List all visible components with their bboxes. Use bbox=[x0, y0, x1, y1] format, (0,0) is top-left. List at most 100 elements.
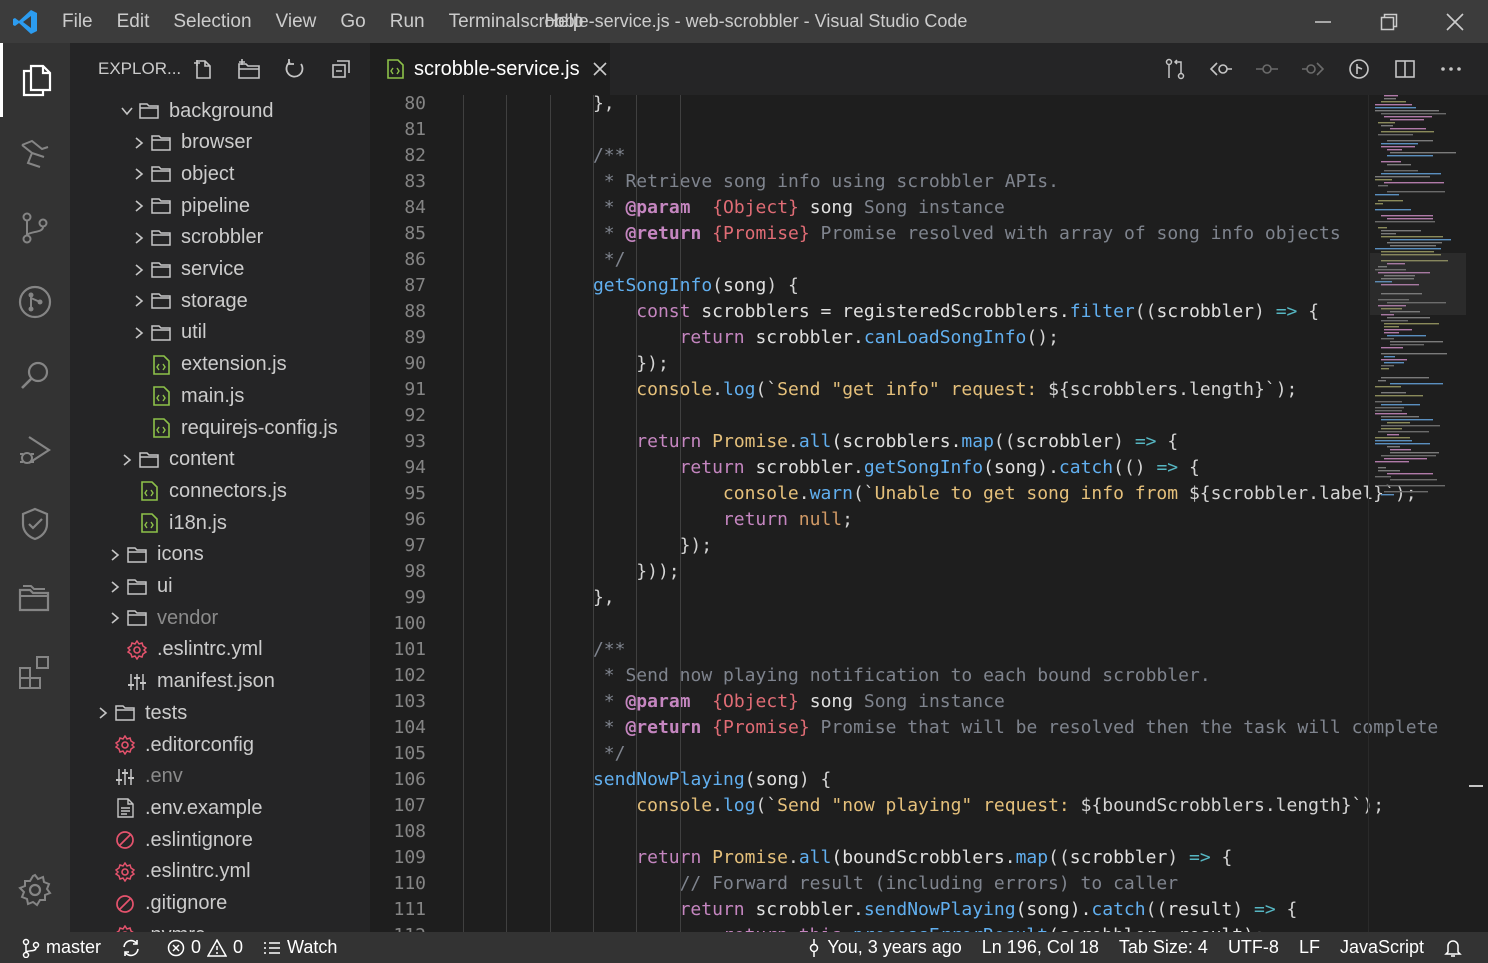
menu-run[interactable]: Run bbox=[378, 0, 437, 43]
menu-edit[interactable]: Edit bbox=[105, 0, 162, 43]
tree-item[interactable]: service bbox=[70, 254, 370, 286]
tree-item[interactable]: .nymrc bbox=[70, 919, 370, 932]
gear-icon bbox=[114, 919, 136, 932]
code-token: getSongInfo bbox=[863, 457, 984, 478]
project-manager-button[interactable] bbox=[0, 561, 70, 635]
minimap-line bbox=[1381, 131, 1434, 133]
collapse-all-button[interactable] bbox=[318, 49, 364, 89]
search-button[interactable] bbox=[0, 339, 70, 413]
source-control-button[interactable] bbox=[0, 191, 70, 265]
testing-button[interactable] bbox=[0, 487, 70, 561]
tree-item[interactable]: ui bbox=[70, 571, 370, 603]
revision-button[interactable] bbox=[1244, 43, 1290, 95]
tree-item[interactable]: vendor bbox=[70, 602, 370, 634]
code-text: }); bbox=[680, 533, 713, 559]
tree-item[interactable]: .eslintignore bbox=[70, 824, 370, 856]
minimap-line bbox=[1381, 377, 1429, 379]
tab-scrobble-service[interactable]: scrobble-service.js bbox=[370, 43, 610, 95]
tree-item[interactable]: object bbox=[70, 158, 370, 190]
minimap-line bbox=[1384, 326, 1399, 328]
minimap-line bbox=[1375, 407, 1404, 409]
tree-item[interactable]: tests bbox=[70, 697, 370, 729]
tree-item[interactable]: .env bbox=[70, 761, 370, 793]
menu-terminal[interactable]: Terminal bbox=[437, 0, 533, 43]
tree-item[interactable]: scrobbler bbox=[70, 222, 370, 254]
status-bar: master 0 0 Watch You, 3 years ago Ln 196… bbox=[0, 932, 1488, 963]
end-of-line[interactable]: LF bbox=[1289, 932, 1330, 963]
tree-item[interactable]: main.js bbox=[70, 380, 370, 412]
menu-help[interactable]: Help bbox=[532, 0, 595, 43]
scrollbar-marker[interactable] bbox=[1469, 785, 1483, 787]
menu-go[interactable]: Go bbox=[328, 0, 377, 43]
tree-item[interactable]: icons bbox=[70, 539, 370, 571]
split-editor-button[interactable] bbox=[1382, 43, 1428, 95]
watch-button[interactable]: Watch bbox=[253, 932, 347, 963]
minimap-slider[interactable] bbox=[1370, 253, 1466, 315]
new-file-button[interactable] bbox=[180, 49, 226, 89]
problems-indicator[interactable]: 0 0 bbox=[157, 932, 253, 963]
explorer-button[interactable] bbox=[0, 43, 70, 117]
cursor-position[interactable]: Ln 196, Col 18 bbox=[972, 932, 1109, 963]
code-line: 108 bbox=[370, 819, 1370, 845]
tab-close-button[interactable] bbox=[590, 59, 610, 79]
manage-button[interactable] bbox=[0, 853, 70, 927]
sync-button[interactable] bbox=[111, 932, 157, 963]
tree-item[interactable]: util bbox=[70, 317, 370, 349]
more-actions-button[interactable] bbox=[1428, 43, 1474, 95]
tree-item[interactable]: browser bbox=[70, 127, 370, 159]
next-revision-button[interactable] bbox=[1290, 43, 1336, 95]
menu-selection[interactable]: Selection bbox=[161, 0, 263, 43]
tree-item-label: .eslintrc.yml bbox=[145, 860, 251, 883]
minimap-line bbox=[1381, 173, 1441, 175]
open-changes-button[interactable] bbox=[1152, 43, 1198, 95]
minimap[interactable] bbox=[1368, 95, 1468, 932]
language-mode[interactable]: JavaScript bbox=[1330, 932, 1434, 963]
minimap-line bbox=[1378, 470, 1400, 472]
tree-item[interactable]: content bbox=[70, 444, 370, 476]
tree-item[interactable]: storage bbox=[70, 285, 370, 317]
encoding[interactable]: UTF-8 bbox=[1218, 932, 1289, 963]
tree-item[interactable]: pipeline bbox=[70, 190, 370, 222]
minimap-line bbox=[1375, 410, 1402, 412]
close-window-button[interactable] bbox=[1422, 0, 1488, 43]
tree-item[interactable]: extension.js bbox=[70, 349, 370, 381]
minimize-button[interactable] bbox=[1290, 0, 1356, 43]
blame-indicator[interactable]: You, 3 years ago bbox=[797, 932, 971, 963]
toggle-blame-button[interactable] bbox=[1336, 43, 1382, 95]
gear-icon bbox=[114, 856, 136, 888]
code-token: (() bbox=[1113, 457, 1157, 478]
ellipsis-icon bbox=[1441, 67, 1461, 71]
extensions-button[interactable] bbox=[0, 635, 70, 709]
code-editor[interactable]: 80}, 81 82/** 83 * Retrieve song info using… bbox=[370, 95, 1488, 932]
tree-item[interactable]: manifest.json bbox=[70, 666, 370, 698]
branch-indicator[interactable]: master bbox=[0, 932, 111, 963]
restore-button[interactable] bbox=[1356, 0, 1422, 43]
notifications-button[interactable] bbox=[1434, 932, 1488, 963]
source-tree-button[interactable] bbox=[0, 117, 70, 191]
tree-item[interactable]: connectors.js bbox=[70, 475, 370, 507]
run-debug-button[interactable] bbox=[0, 413, 70, 487]
previous-revision-button[interactable] bbox=[1198, 43, 1244, 95]
tree-item-label: .env.example bbox=[145, 796, 263, 819]
tree-item-label: service bbox=[181, 258, 245, 280]
tree-item[interactable]: .gitignore bbox=[70, 888, 370, 920]
code-line: 86 */ bbox=[370, 247, 1370, 273]
new-folder-button[interactable] bbox=[226, 49, 272, 89]
gitlens-button[interactable] bbox=[0, 265, 70, 339]
tree-item[interactable]: requirejs-config.js bbox=[70, 412, 370, 444]
tab-size[interactable]: Tab Size: 4 bbox=[1109, 932, 1218, 963]
refresh-button[interactable] bbox=[272, 49, 318, 89]
code-token: */ bbox=[592, 743, 626, 764]
tree-item[interactable]: .eslintrc.yml bbox=[70, 634, 370, 666]
tree-item[interactable]: .eslintrc.yml bbox=[70, 856, 370, 888]
tree-item[interactable]: .editorconfig bbox=[70, 729, 370, 761]
tree-item[interactable]: i18n.js bbox=[70, 507, 370, 539]
tree-item[interactable]: .env.example bbox=[70, 792, 370, 824]
menu-view[interactable]: View bbox=[264, 0, 329, 43]
line-number: 107 bbox=[393, 795, 426, 816]
menu-file[interactable]: File bbox=[50, 0, 105, 43]
minimap-line bbox=[1384, 98, 1396, 100]
tree-item[interactable]: background bbox=[70, 95, 370, 127]
code-text: * @param {Object} song Song instance bbox=[593, 689, 1005, 715]
